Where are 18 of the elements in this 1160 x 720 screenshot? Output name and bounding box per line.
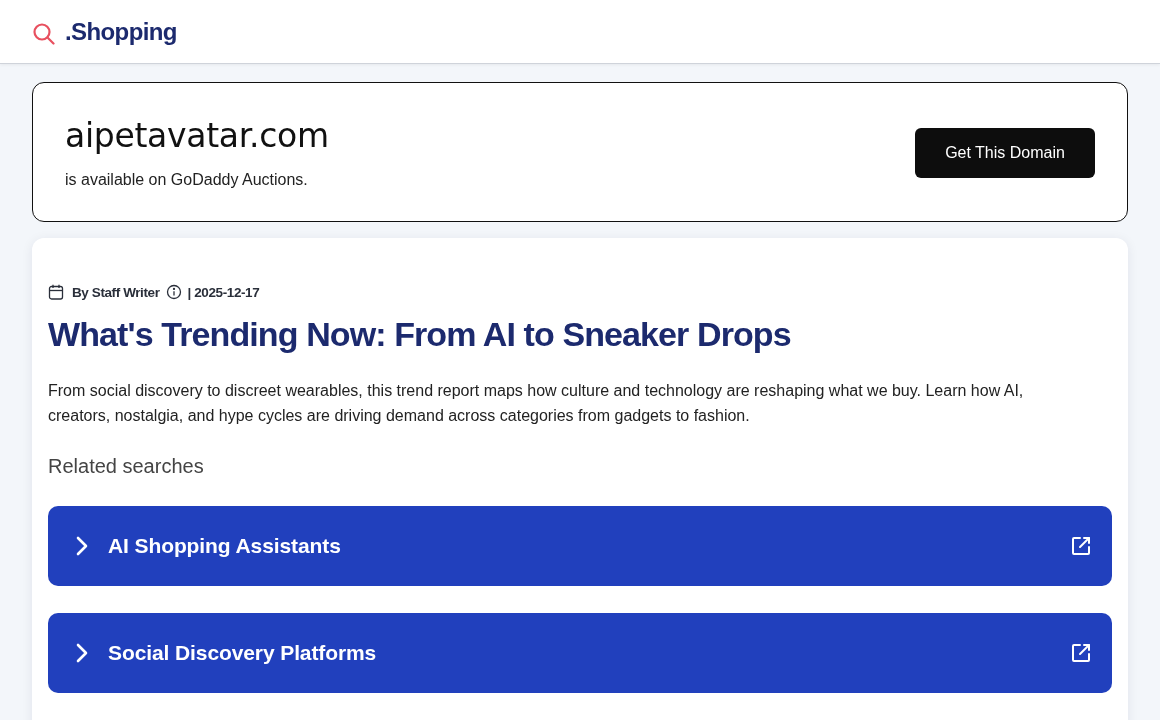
external-link-icon	[1070, 535, 1092, 557]
related-searches-heading: Related searches	[48, 454, 205, 479]
author-text: By Staff Writer	[72, 284, 160, 300]
search-icon	[33, 22, 55, 45]
related-search-link[interactable]: AI Shopping Assistants	[48, 506, 1112, 586]
related-search-link[interactable]: Social Discovery Platforms	[48, 613, 1112, 693]
article-summary: From social discovery to discreet wearables, this trend report maps how culture and technology are reshaping what we buy. Learn how AI, creators, nostalgia, and hype cycles are driving demand across categories from gadgets to fashion.	[48, 381, 1025, 426]
domain-name: aipetavatar.com	[65, 116, 329, 156]
site-logo[interactable]: .Shopping	[65, 17, 177, 46]
calendar-icon	[48, 284, 64, 300]
chevron-right-icon	[74, 643, 90, 663]
get-domain-button[interactable]: Get This Domain	[915, 127, 1095, 178]
chevron-right-icon	[74, 536, 90, 556]
date-text: | 2025-12-17	[187, 284, 260, 300]
info-icon	[165, 284, 182, 300]
external-link-icon	[1070, 642, 1092, 664]
article-title: What's Trending Now: From AI to Sneaker Drops	[48, 314, 792, 355]
availability-text: is available on GoDaddy Auctions.	[65, 170, 309, 190]
